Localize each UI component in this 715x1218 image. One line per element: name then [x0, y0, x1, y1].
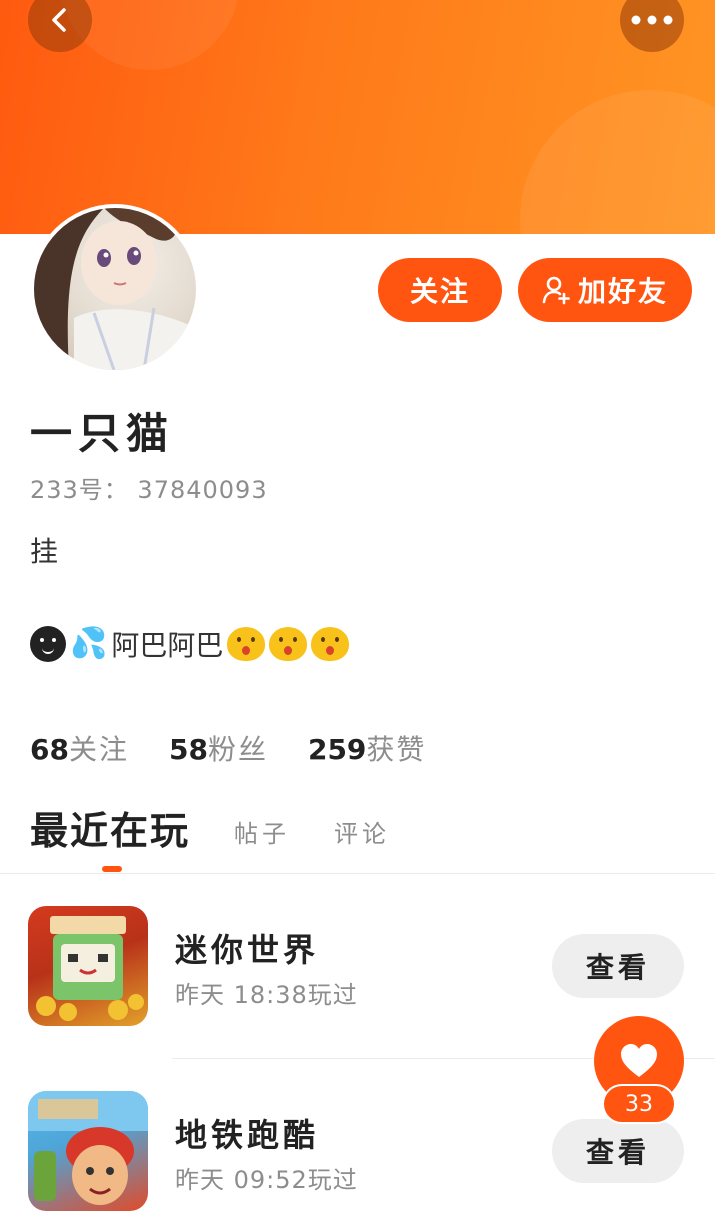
- more-dots-icon: [631, 15, 673, 25]
- surprised-face-icon: [269, 627, 308, 661]
- game-last-played: 昨天 18:38玩过: [175, 981, 358, 1009]
- list-item[interactable]: 迷你世界 昨天 18:38玩过 查看: [0, 903, 715, 1033]
- stat-label: 关注: [68, 733, 129, 766]
- surprised-face-icon: [227, 627, 266, 661]
- divider: [0, 873, 715, 874]
- stat-following[interactable]: 68关注: [30, 728, 129, 768]
- tab-posts[interactable]: 帖子: [234, 814, 290, 855]
- user-id: 233号： 37840093: [30, 476, 268, 504]
- bio-line: 挂: [30, 535, 59, 568]
- add-friend-label: 加好友: [577, 275, 668, 308]
- follow-button[interactable]: 关注: [378, 258, 502, 322]
- tab-recently-played[interactable]: 最近在玩: [30, 800, 190, 855]
- avatar[interactable]: [30, 204, 200, 374]
- bio-text: 阿巴阿巴: [111, 629, 224, 662]
- heart-icon: [621, 1044, 657, 1077]
- view-button[interactable]: 查看: [552, 1119, 684, 1183]
- stat-label: 粉丝: [207, 733, 268, 766]
- avatar-image: [34, 208, 196, 370]
- profile-banner: [0, 0, 715, 234]
- game-name: 地铁跑酷: [175, 1116, 320, 1154]
- profile-tabs: 最近在玩 帖子 评论: [30, 800, 390, 855]
- bio-line: 💦 阿巴阿巴: [30, 624, 350, 664]
- stat-followers[interactable]: 58粉丝: [169, 728, 268, 768]
- add-friend-button[interactable]: 加好友: [518, 258, 692, 322]
- stat-value: 58: [168, 733, 208, 766]
- tab-active-indicator: [102, 866, 122, 872]
- smirk-face-icon: [30, 626, 66, 662]
- chevron-left-icon: [52, 8, 66, 32]
- nickname: 一只猫: [30, 409, 175, 458]
- profile-stats: 68关注 58粉丝 259获赞: [30, 728, 426, 768]
- like-count-badge: 33: [602, 1084, 676, 1124]
- mini-world-icon: [28, 906, 148, 1026]
- stat-value: 259: [307, 733, 367, 766]
- add-user-icon: [542, 276, 570, 305]
- stat-likes: 259获赞: [308, 728, 426, 768]
- subway-surfers-icon: [28, 1091, 148, 1211]
- view-button[interactable]: 查看: [552, 934, 684, 998]
- game-name: 迷你世界: [175, 931, 320, 969]
- banner-decoration: [520, 90, 715, 234]
- sweat-drop-icon: 💦: [70, 626, 108, 661]
- tab-comments[interactable]: 评论: [334, 814, 390, 855]
- stat-value: 68: [30, 733, 69, 766]
- game-last-played: 昨天 09:52玩过: [175, 1166, 358, 1194]
- surprised-face-icon: [311, 627, 350, 661]
- stat-label: 获赞: [366, 733, 427, 766]
- follow-label: 关注: [409, 275, 470, 308]
